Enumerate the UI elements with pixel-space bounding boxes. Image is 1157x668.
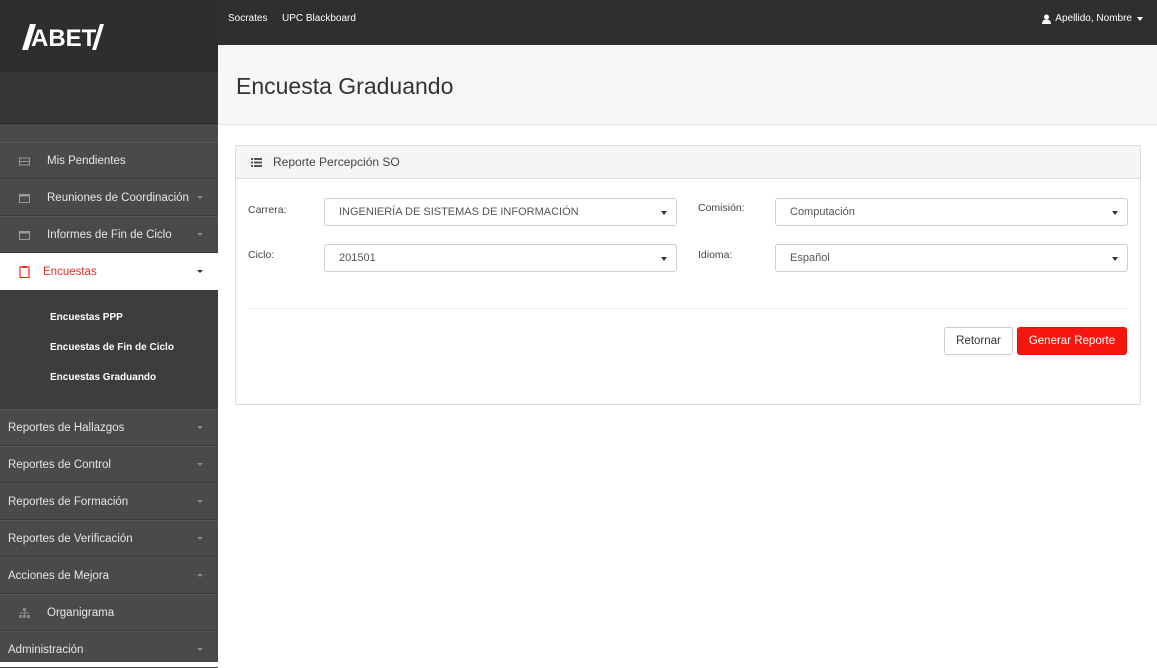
idioma-value: Español	[790, 252, 830, 264]
user-name: Apellido, Nombre	[1055, 13, 1132, 24]
sidebar-item-label: Acciones de Mejora	[8, 569, 109, 582]
sidebar-item-label: Encuestas	[43, 266, 97, 278]
sidebar-nav-lower: Reportes de Hallazgos Reportes de Contro…	[0, 409, 218, 668]
sidebar-item-label: Administración	[8, 643, 84, 656]
sidebar-item-reuniones[interactable]: Reuniones de Coordinación	[0, 179, 218, 216]
chevron-down-icon	[1137, 16, 1143, 21]
abet-logo[interactable]: ABET	[22, 24, 104, 50]
top-navbar: Socrates UPC Blackboard Apellido, Nombre	[218, 0, 1157, 45]
sidebar-item-reportes-control[interactable]: Reportes de Control	[0, 446, 218, 483]
svg-text:ABET: ABET	[31, 25, 97, 50]
form-divider	[248, 308, 1128, 309]
comision-label: Comisión:	[698, 202, 745, 214]
submenu-encuestas: Encuestas PPP Encuestas de Fin de Ciclo …	[0, 291, 218, 409]
user-icon	[1042, 14, 1052, 24]
sidebar-item-label: Reportes de Control	[8, 458, 111, 471]
sidebar-item-acciones-mejora[interactable]: Acciones de Mejora	[0, 557, 218, 594]
panel-title: Reporte Percepción SO	[273, 155, 400, 169]
sidebar-item-label: Reuniones de Coordinación	[47, 191, 189, 204]
chevron-down-icon	[661, 211, 667, 215]
calendar-icon	[19, 193, 30, 203]
chevron-down-icon	[1112, 257, 1118, 261]
sidebar-item-informes[interactable]: Informes de Fin de Ciclo	[0, 216, 218, 253]
subitem-encuestas-ppp[interactable]: Encuestas PPP	[0, 303, 218, 333]
clipboard-icon	[19, 266, 30, 278]
chevron-down-icon	[197, 426, 203, 429]
sitemap-icon	[19, 607, 30, 618]
page-header: Encuesta Graduando	[218, 45, 1157, 125]
chevron-down-icon	[197, 500, 203, 503]
calendar-icon	[19, 230, 30, 240]
sidebar-item-organigrama[interactable]: Organigrama	[0, 594, 218, 631]
sidebar-item-administracion[interactable]: Administración	[0, 631, 218, 668]
carrera-select[interactable]: INGENIERÍA DE SISTEMAS DE INFORMACIÓN	[324, 198, 677, 226]
chevron-down-icon	[197, 233, 203, 236]
chevron-down-icon	[661, 257, 667, 261]
chevron-down-icon	[197, 648, 203, 651]
sidebar: ABET Mis Pendientes Reuniones de Coordin…	[0, 0, 218, 668]
ciclo-select[interactable]: 201501	[324, 244, 677, 272]
idioma-select[interactable]: Español	[775, 244, 1128, 272]
chevron-down-icon	[197, 574, 203, 577]
sidebar-item-label: Reportes de Verificación	[8, 532, 133, 545]
page-title: Encuesta Graduando	[236, 73, 454, 99]
sidebar-nav: Mis Pendientes Reuniones de Coordinación…	[0, 142, 218, 291]
report-panel: Reporte Percepción SO Carrera: INGENIERÍ…	[235, 145, 1141, 405]
carrera-label: Carrera:	[248, 204, 287, 216]
logo-bar: ABET	[0, 0, 218, 72]
sidebar-item-reportes-verificacion[interactable]: Reportes de Verificación	[0, 520, 218, 557]
subitem-encuestas-graduando[interactable]: Encuestas Graduando	[0, 363, 218, 393]
comision-value: Computación	[790, 206, 855, 218]
ciclo-value: 201501	[339, 252, 376, 264]
generate-report-button[interactable]: Generar Reporte	[1017, 327, 1127, 355]
comision-select[interactable]: Computación	[775, 198, 1128, 226]
chevron-down-icon	[1112, 211, 1118, 215]
sidebar-item-label: Mis Pendientes	[47, 154, 126, 167]
sidebar-item-label: Reportes de Formación	[8, 495, 129, 508]
chevron-down-icon	[197, 463, 203, 466]
link-upc-blackboard[interactable]: UPC Blackboard	[282, 13, 356, 24]
sidebar-spacer	[0, 72, 218, 124]
idioma-label: Idioma:	[698, 249, 733, 261]
chevron-down-icon	[197, 537, 203, 540]
sidebar-item-reportes-hallazgos[interactable]: Reportes de Hallazgos	[0, 409, 218, 446]
ciclo-label: Ciclo:	[248, 249, 275, 261]
sidebar-item-encuestas[interactable]: Encuestas	[0, 253, 218, 291]
carrera-value: INGENIERÍA DE SISTEMAS DE INFORMACIÓN	[339, 206, 579, 218]
user-menu[interactable]: Apellido, Nombre	[1042, 13, 1143, 24]
list-icon	[251, 157, 262, 167]
chevron-down-icon	[197, 270, 203, 273]
chevron-down-icon	[197, 196, 203, 199]
sidebar-item-reportes-formacion[interactable]: Reportes de Formación	[0, 483, 218, 520]
back-button[interactable]: Retornar	[944, 327, 1013, 355]
sidebar-item-mis-pendientes[interactable]: Mis Pendientes	[0, 142, 218, 179]
subitem-encuestas-fin-ciclo[interactable]: Encuestas de Fin de Ciclo	[0, 333, 218, 363]
inbox-icon	[19, 157, 30, 165]
sidebar-item-label: Reportes de Hallazgos	[8, 421, 125, 434]
panel-heading: Reporte Percepción SO	[236, 146, 1140, 179]
sidebar-item-label: Informes de Fin de Ciclo	[47, 228, 172, 241]
sidebar-item-label: Organigrama	[47, 606, 115, 619]
link-socrates[interactable]: Socrates	[228, 13, 267, 24]
